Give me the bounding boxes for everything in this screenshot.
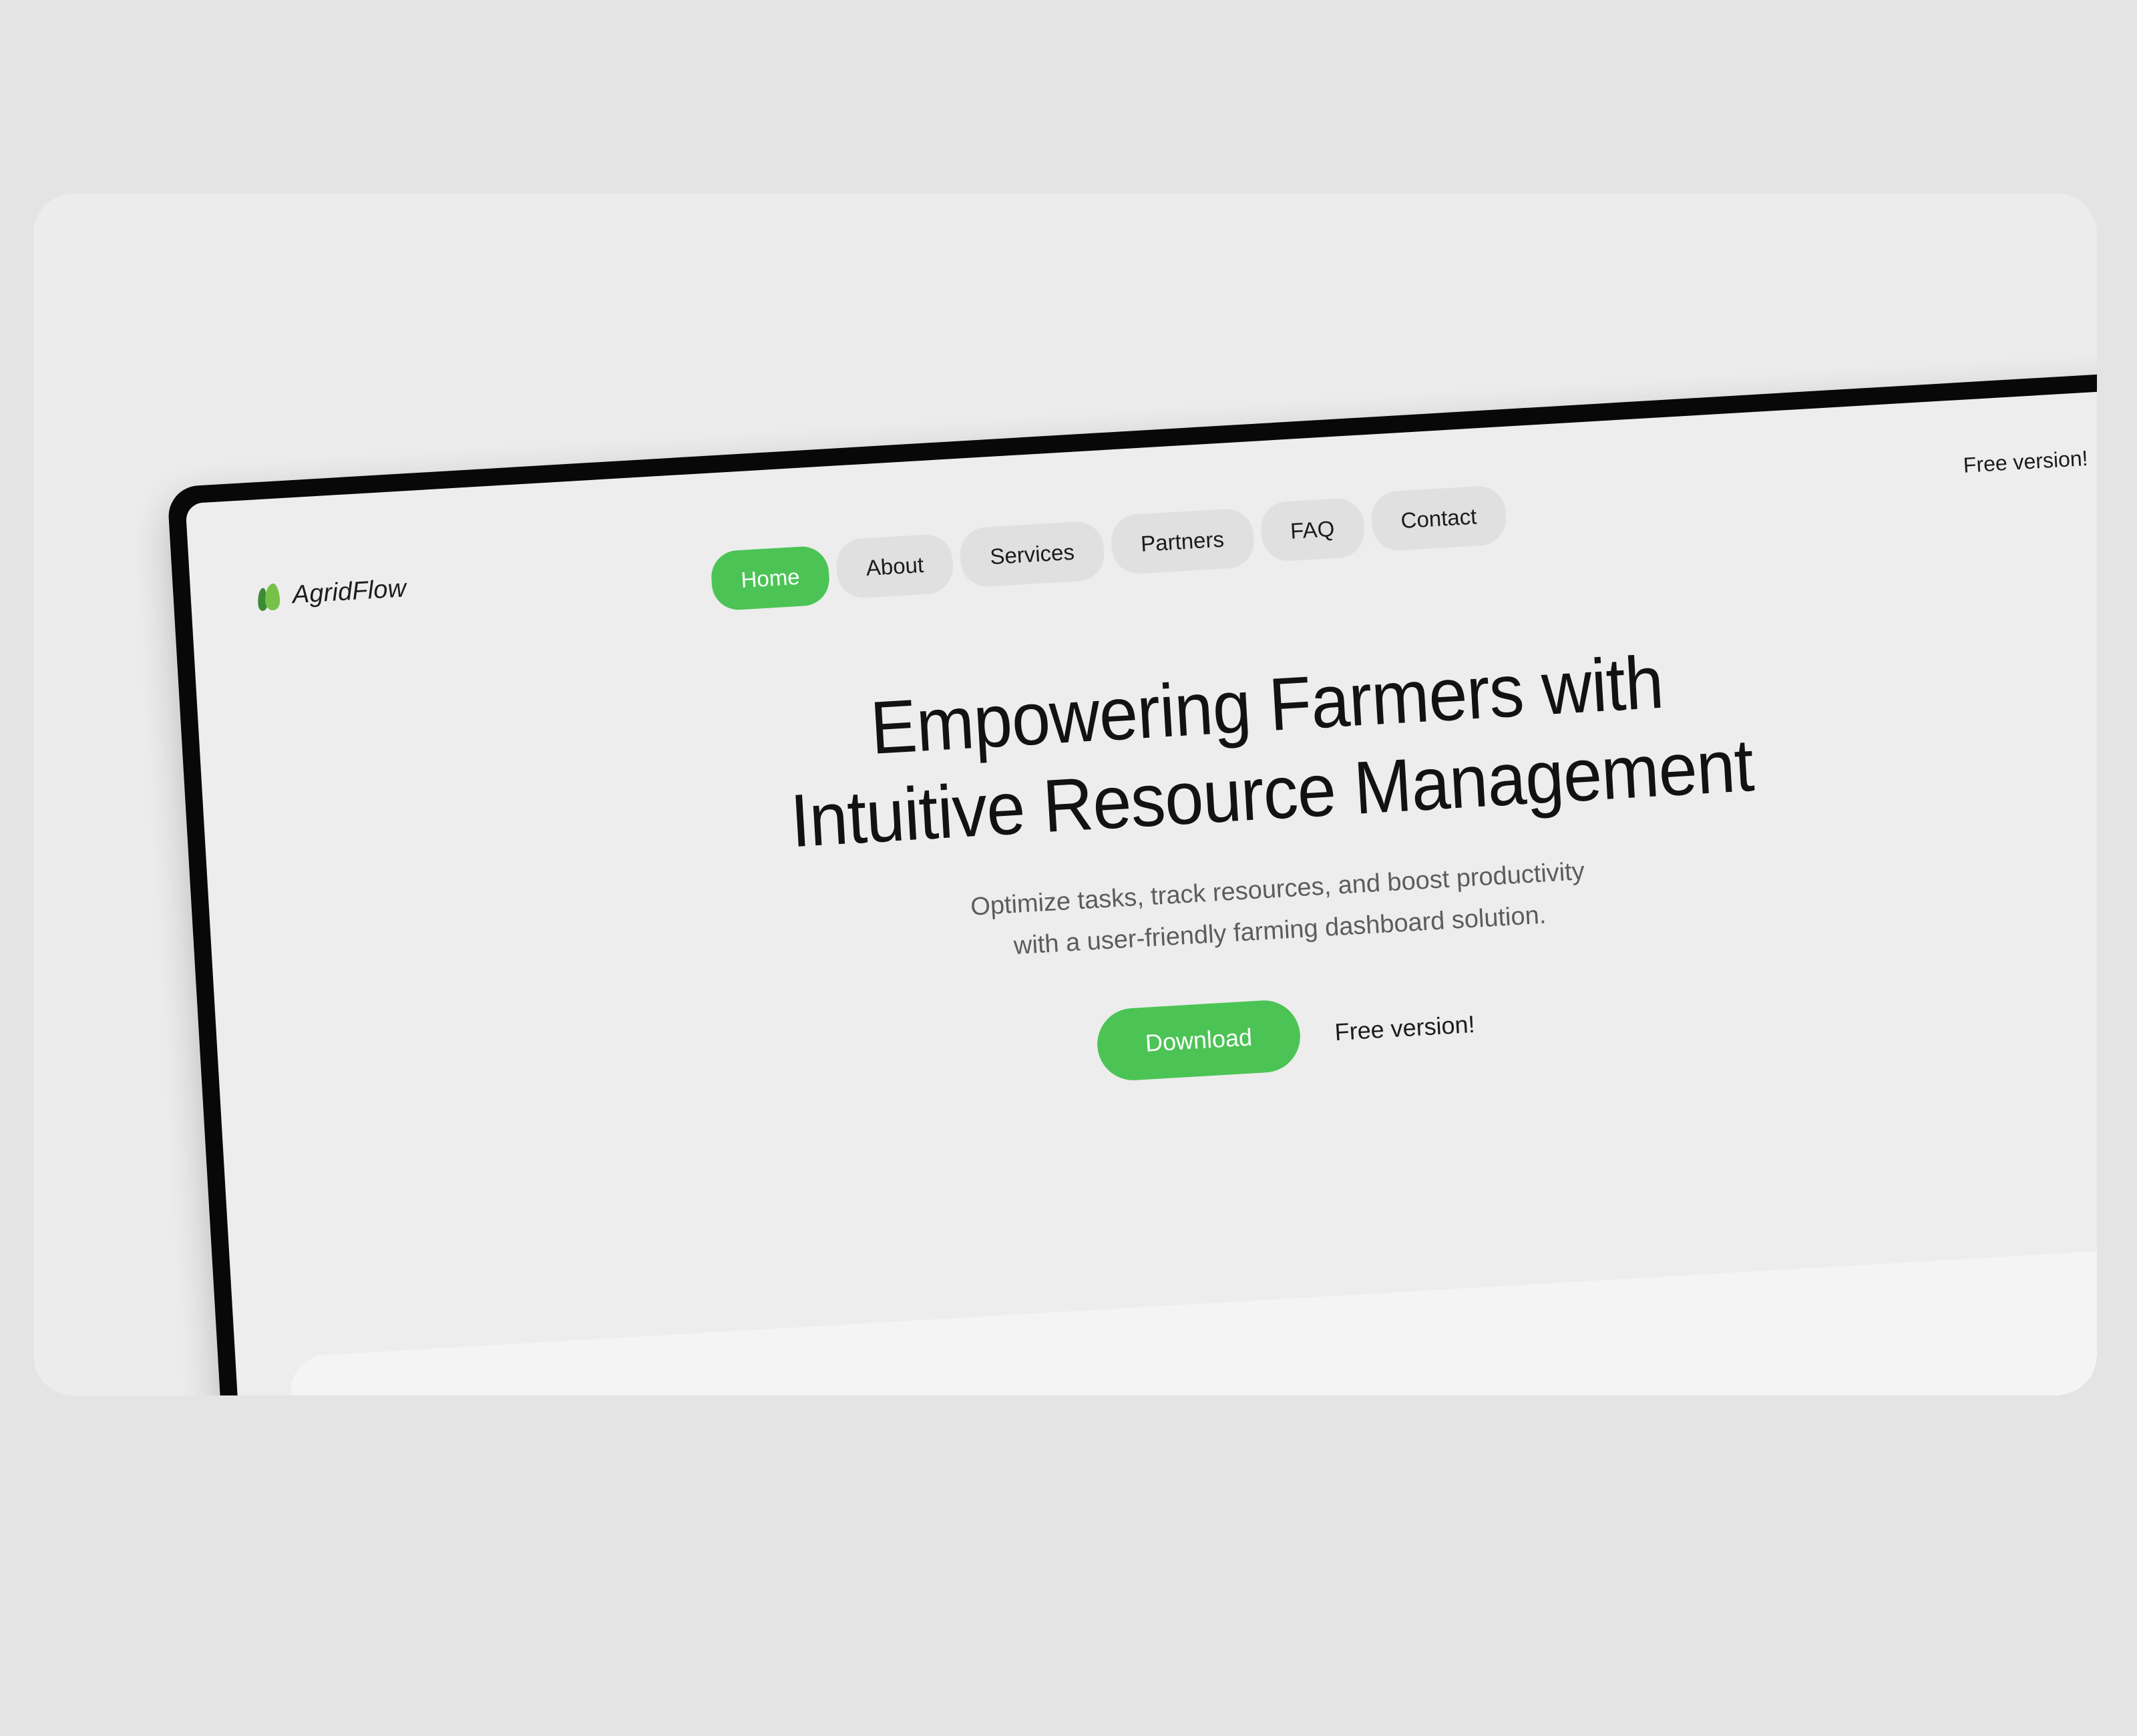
nav-item-home[interactable]: Home — [710, 545, 831, 612]
nav-item-faq[interactable]: FAQ — [1259, 497, 1366, 563]
header-free-version-label: Free version! — [1962, 445, 2089, 477]
product-showcase-panel: › AgroFlow Crop management — [288, 1210, 2097, 1395]
leaf-icon — [257, 582, 281, 611]
main-navigation: Home About Services Partners FAQ Contact — [709, 484, 1509, 612]
showcase-card: AgridFlow Home About Services Partners F… — [33, 194, 2097, 1395]
hero-free-version-label: Free version! — [1334, 1010, 1476, 1046]
brand-name: AgridFlow — [291, 574, 407, 610]
laptop-mockup: AgridFlow Home About Services Partners F… — [167, 361, 2097, 1395]
download-button[interactable]: Download — [1095, 998, 1302, 1083]
brand-logo[interactable]: AgridFlow — [257, 574, 407, 612]
nav-item-partners[interactable]: Partners — [1109, 507, 1255, 576]
nav-item-contact[interactable]: Contact — [1370, 484, 1508, 552]
page-root: AgridFlow Home About Services Partners F… — [0, 0, 2137, 1736]
nav-item-services[interactable]: Services — [958, 520, 1106, 588]
laptop-screen: AgridFlow Home About Services Partners F… — [185, 379, 2097, 1395]
nav-item-about[interactable]: About — [835, 533, 955, 600]
